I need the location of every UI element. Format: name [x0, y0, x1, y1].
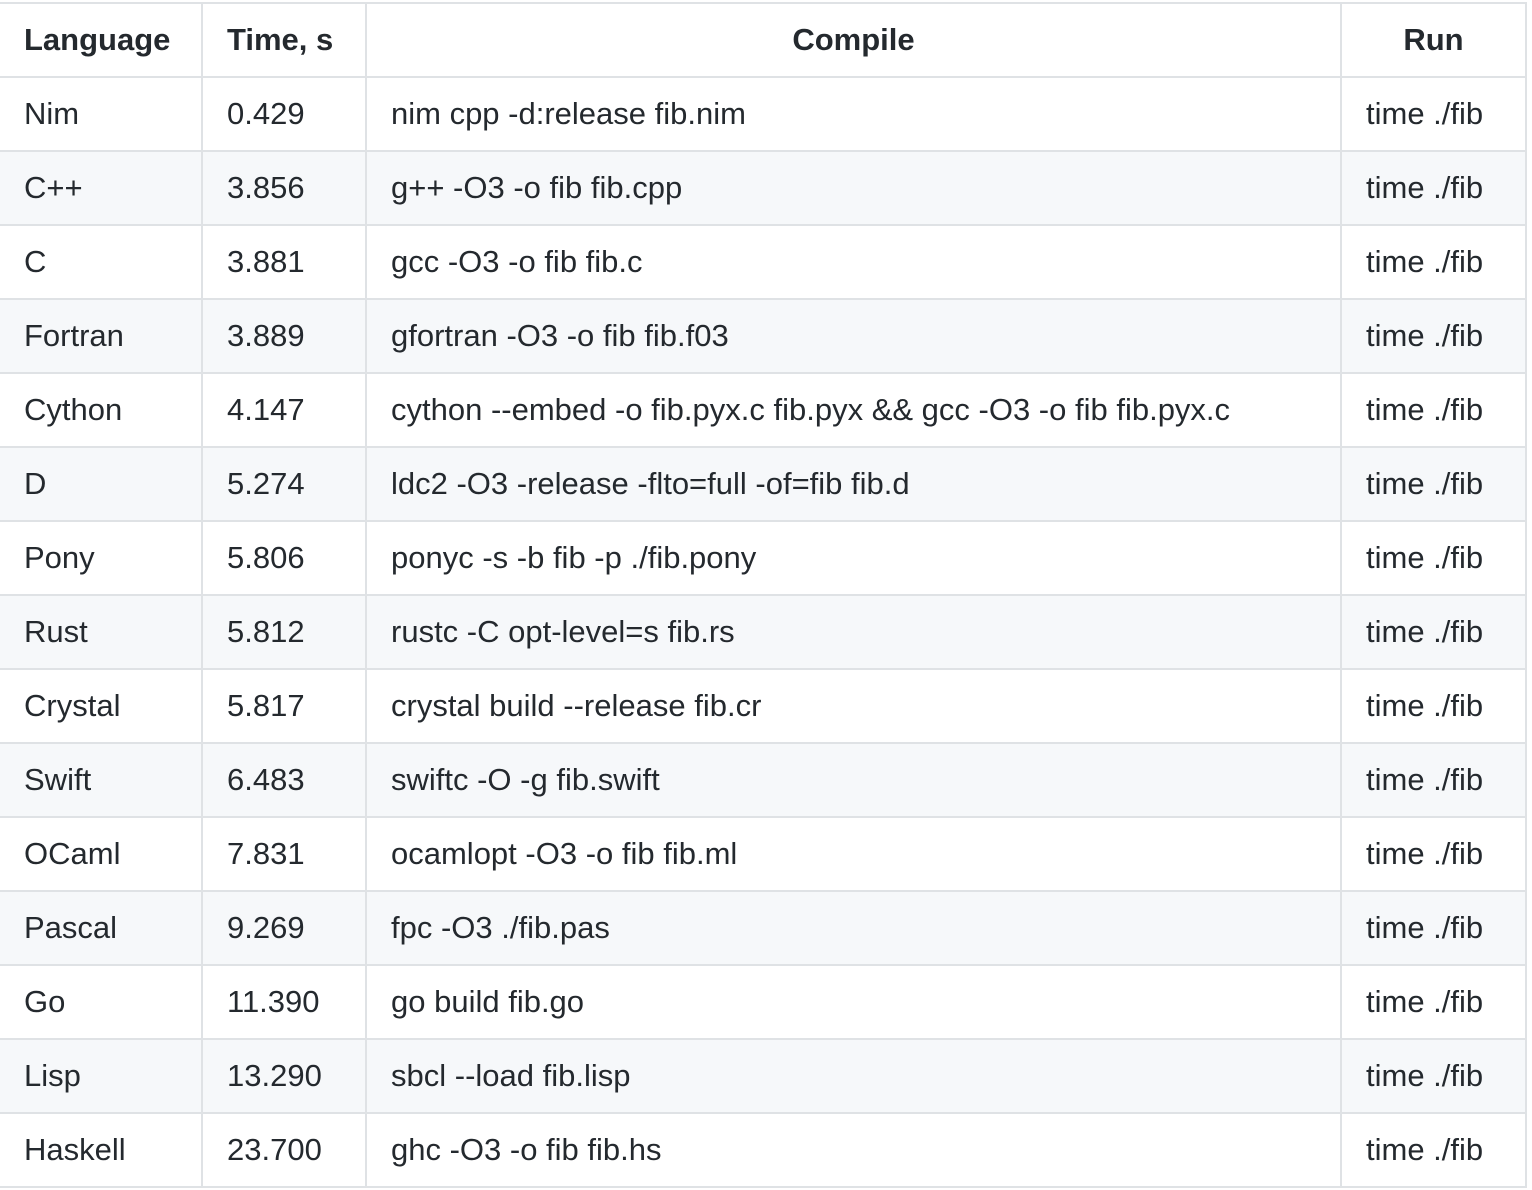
- cell-run: time ./fib: [1340, 224, 1527, 300]
- cell-compile: ocamlopt -O3 -o fib fib.ml: [365, 816, 1342, 892]
- cell-run: time ./fib: [1340, 668, 1527, 744]
- cell-language: Lisp: [0, 1038, 203, 1114]
- cell-language: Pascal: [0, 890, 203, 966]
- cell-time: 6.483: [201, 742, 367, 818]
- cell-compile: ghc -O3 -o fib fib.hs: [365, 1112, 1342, 1188]
- cell-run: time ./fib: [1340, 742, 1527, 818]
- cell-time: 7.831: [201, 816, 367, 892]
- table-row: OCaml 7.831 ocamlopt -O3 -o fib fib.ml time…: [0, 816, 1527, 892]
- table-row: C++ 3.856 g++ -O3 -o fib fib.cpp time ./fib: [0, 150, 1527, 226]
- cell-time: 5.817: [201, 668, 367, 744]
- cell-run: time ./fib: [1340, 150, 1527, 226]
- cell-run: time ./fib: [1340, 520, 1527, 596]
- cell-language: Rust: [0, 594, 203, 670]
- cell-compile: nim cpp -d:release fib.nim: [365, 76, 1342, 152]
- table-row: Haskell 23.700 ghc -O3 -o fib fib.hs time .…: [0, 1112, 1527, 1188]
- cell-language: Nim: [0, 76, 203, 152]
- cell-language: Crystal: [0, 668, 203, 744]
- table-row: Rust 5.812 rustc -C opt-level=s fib.rs time…: [0, 594, 1527, 670]
- cell-time: 5.274: [201, 446, 367, 522]
- cell-time: 3.856: [201, 150, 367, 226]
- header-time: Time, s: [201, 2, 367, 78]
- header-run: Run: [1340, 2, 1527, 78]
- cell-run: time ./fib: [1340, 1038, 1527, 1114]
- cell-time: 23.700: [201, 1112, 367, 1188]
- cell-language: Pony: [0, 520, 203, 596]
- benchmark-table: Language Time, s Compile Run Nim 0.429 nim…: [0, 2, 1527, 1188]
- cell-compile: rustc -C opt-level=s fib.rs: [365, 594, 1342, 670]
- table-row: Fortran 3.889 gfortran -O3 -o fib fib.f03 t…: [0, 298, 1527, 374]
- cell-run: time ./fib: [1340, 890, 1527, 966]
- cell-language: C++: [0, 150, 203, 226]
- cell-language: Go: [0, 964, 203, 1040]
- cell-run: time ./fib: [1340, 446, 1527, 522]
- table-body: Nim 0.429 nim cpp -d:release fib.nim time .…: [0, 76, 1527, 1188]
- cell-language: Fortran: [0, 298, 203, 374]
- header-row: Language Time, s Compile Run: [0, 2, 1527, 78]
- cell-compile: cython --embed -o fib.pyx.c fib.pyx && g…: [365, 372, 1342, 448]
- cell-time: 4.147: [201, 372, 367, 448]
- cell-language: Swift: [0, 742, 203, 818]
- cell-time: 9.269: [201, 890, 367, 966]
- cell-compile: go build fib.go: [365, 964, 1342, 1040]
- cell-compile: fpc -O3 ./fib.pas: [365, 890, 1342, 966]
- cell-time: 11.390: [201, 964, 367, 1040]
- table-row: Go 11.390 go build fib.go time ./fib: [0, 964, 1527, 1040]
- cell-time: 3.881: [201, 224, 367, 300]
- cell-language: Haskell: [0, 1112, 203, 1188]
- cell-language: Cython: [0, 372, 203, 448]
- header-compile: Compile: [365, 2, 1342, 78]
- cell-language: OCaml: [0, 816, 203, 892]
- table-row: D 5.274 ldc2 -O3 -release -flto=full -of=f…: [0, 446, 1527, 522]
- cell-run: time ./fib: [1340, 964, 1527, 1040]
- cell-run: time ./fib: [1340, 816, 1527, 892]
- cell-compile: gfortran -O3 -o fib fib.f03: [365, 298, 1342, 374]
- cell-run: time ./fib: [1340, 76, 1527, 152]
- cell-language: C: [0, 224, 203, 300]
- cell-time: 0.429: [201, 76, 367, 152]
- cell-time: 13.290: [201, 1038, 367, 1114]
- table-row: Pascal 9.269 fpc -O3 ./fib.pas time ./fib: [0, 890, 1527, 966]
- cell-compile: swiftc -O -g fib.swift: [365, 742, 1342, 818]
- table-row: Pony 5.806 ponyc -s -b fib -p ./fib.pony ti…: [0, 520, 1527, 596]
- cell-compile: crystal build --release fib.cr: [365, 668, 1342, 744]
- table-row: Nim 0.429 nim cpp -d:release fib.nim time .…: [0, 76, 1527, 152]
- cell-compile: ldc2 -O3 -release -flto=full -of=fib fib…: [365, 446, 1342, 522]
- table-row: Swift 6.483 swiftc -O -g fib.swift time ./f…: [0, 742, 1527, 818]
- cell-compile: g++ -O3 -o fib fib.cpp: [365, 150, 1342, 226]
- cell-time: 5.806: [201, 520, 367, 596]
- table-row: Lisp 13.290 sbcl --load fib.lisp time ./fib: [0, 1038, 1527, 1114]
- cell-language: D: [0, 446, 203, 522]
- cell-compile: sbcl --load fib.lisp: [365, 1038, 1342, 1114]
- cell-time: 5.812: [201, 594, 367, 670]
- table-row: Cython 4.147 cython --embed -o fib.pyx.c f…: [0, 372, 1527, 448]
- cell-compile: gcc -O3 -o fib fib.c: [365, 224, 1342, 300]
- cell-time: 3.889: [201, 298, 367, 374]
- cell-run: time ./fib: [1340, 372, 1527, 448]
- cell-run: time ./fib: [1340, 594, 1527, 670]
- table-row: C 3.881 gcc -O3 -o fib fib.c time ./fib: [0, 224, 1527, 300]
- cell-run: time ./fib: [1340, 298, 1527, 374]
- cell-compile: ponyc -s -b fib -p ./fib.pony: [365, 520, 1342, 596]
- cell-run: time ./fib: [1340, 1112, 1527, 1188]
- header-language: Language: [0, 2, 203, 78]
- table-row: Crystal 5.817 crystal build --release fib.…: [0, 668, 1527, 744]
